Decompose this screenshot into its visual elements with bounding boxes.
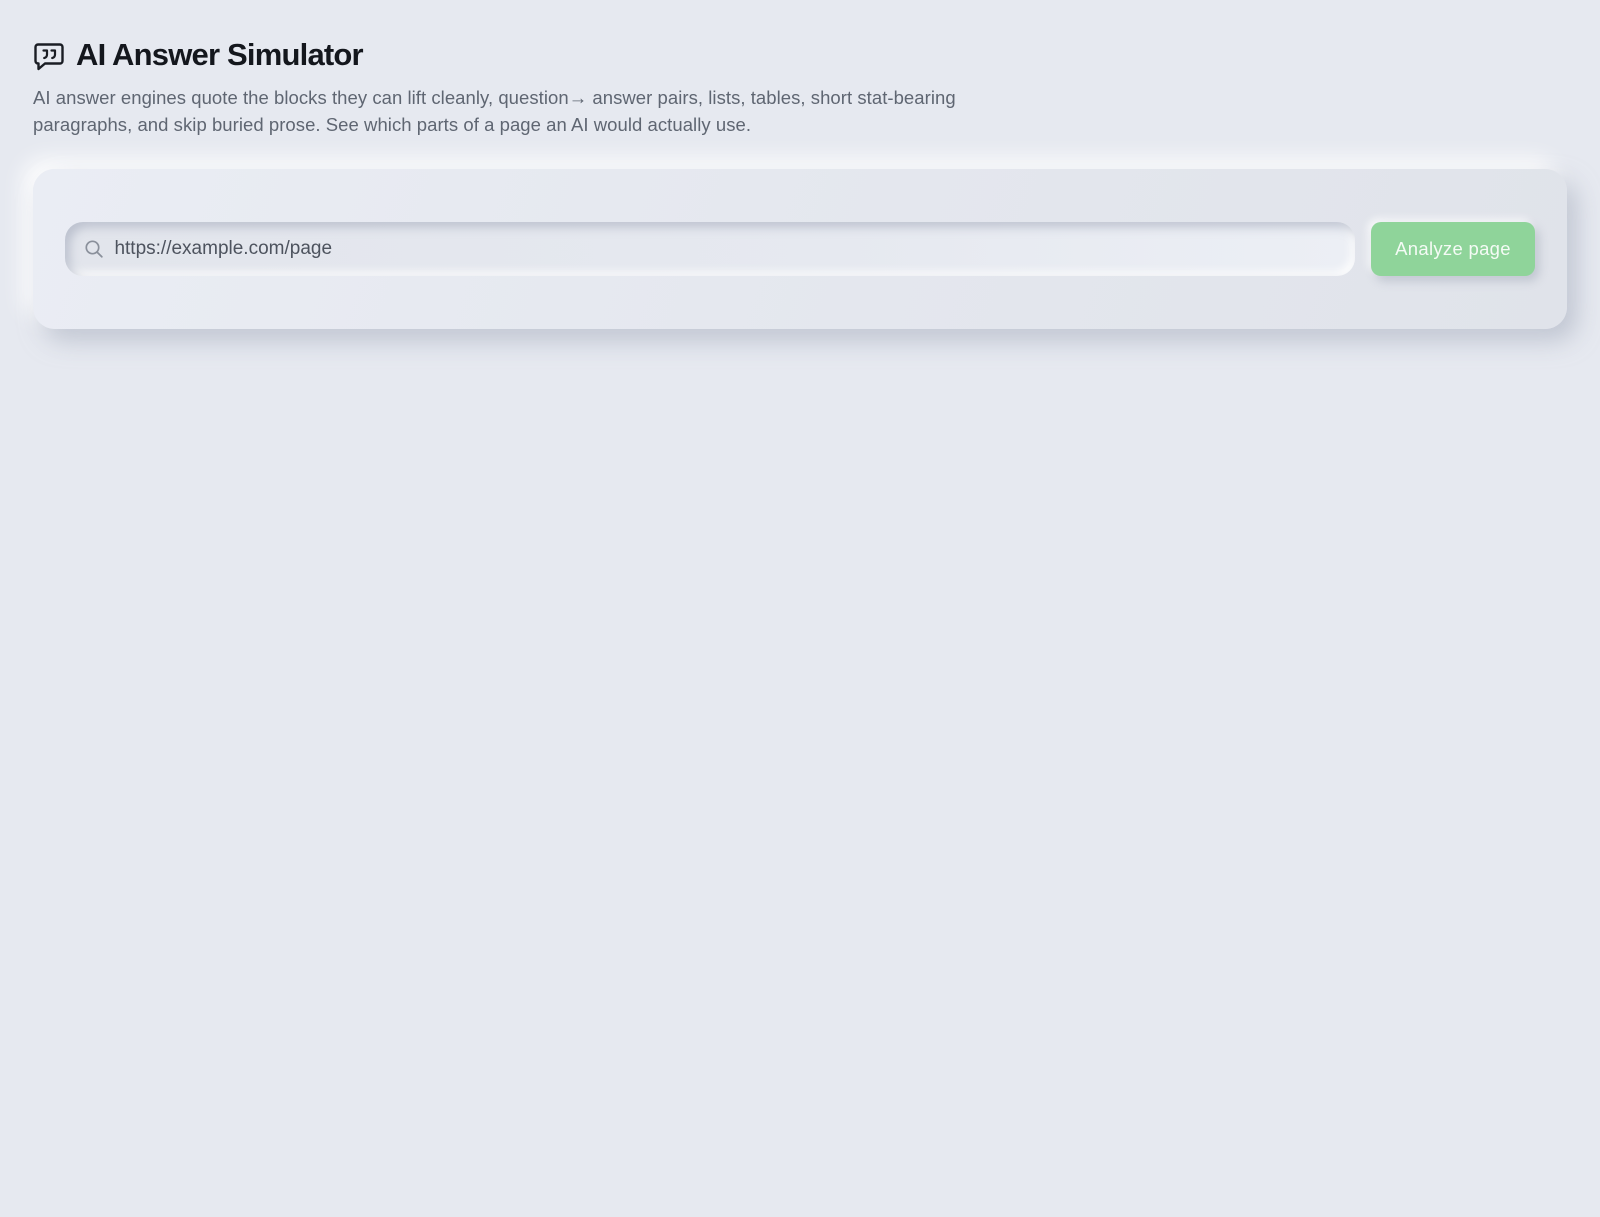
page-description-line-2: paragraphs, and skip buried prose. See w… [33, 114, 752, 135]
search-icon [83, 238, 104, 260]
title-row: AI Answer Simulator [33, 34, 1093, 76]
quote-bubble-icon [33, 40, 65, 72]
page-description-line-1: AI answer engines quote the blocks they … [33, 87, 956, 108]
url-input[interactable] [114, 238, 1355, 260]
page-header: AI Answer Simulator AI answer engines qu… [33, 34, 1093, 138]
page-description: AI answer engines quote the blocks they … [33, 84, 1093, 138]
url-search-box[interactable] [65, 222, 1355, 276]
page-title: AI Answer Simulator [76, 37, 364, 72]
analyze-card: Analyze page [33, 169, 1567, 329]
analyze-page-button[interactable]: Analyze page [1371, 222, 1535, 276]
url-search-row: Analyze page [65, 222, 1535, 276]
